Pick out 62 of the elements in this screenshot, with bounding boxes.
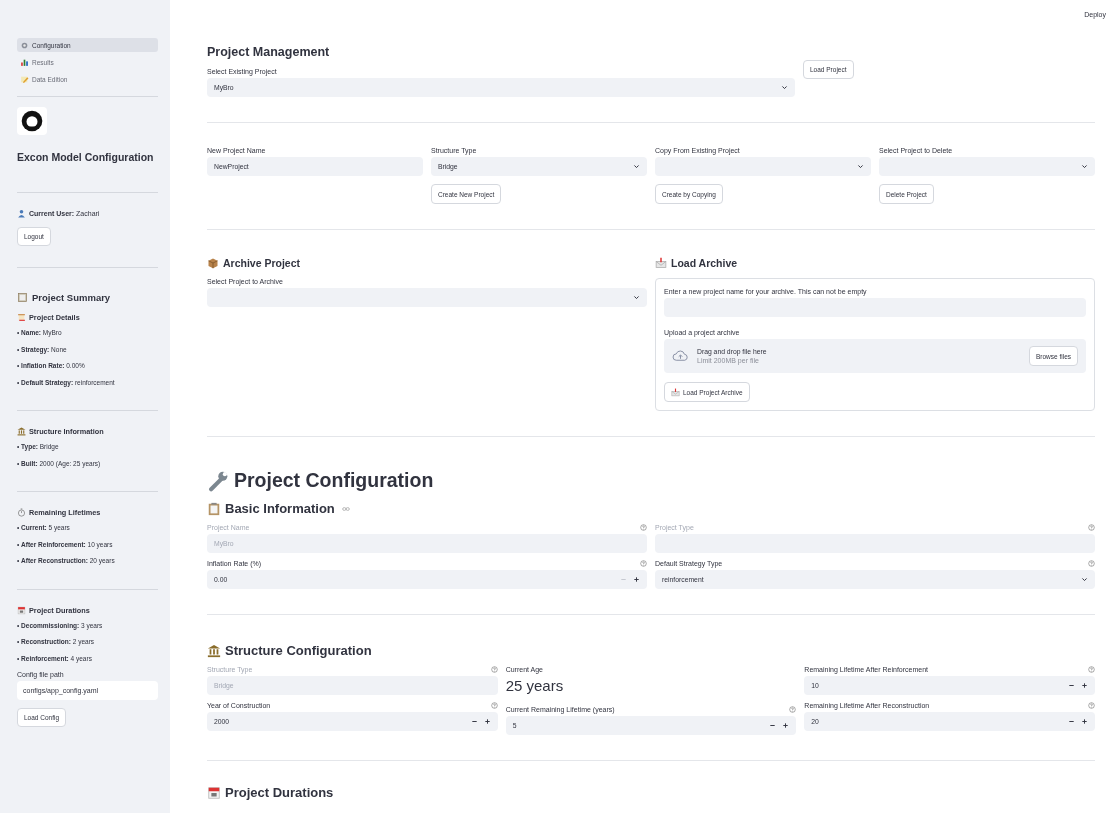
nav-icon bbox=[20, 40, 29, 50]
section-heading: Project Management bbox=[207, 45, 331, 59]
envelope-icon bbox=[655, 257, 667, 269]
section-heading: Project Durations bbox=[225, 785, 334, 800]
increment-button[interactable] bbox=[1081, 682, 1088, 689]
increment-button[interactable] bbox=[633, 576, 640, 583]
help-icon[interactable] bbox=[640, 560, 647, 567]
person-icon bbox=[17, 209, 26, 218]
section-heading: Basic Information bbox=[225, 501, 335, 516]
increment-button[interactable] bbox=[782, 722, 790, 729]
summary-heading: Project Summary bbox=[32, 292, 111, 303]
chevron-icon bbox=[781, 84, 788, 91]
metric-value: 25 years bbox=[505, 676, 565, 695]
decrement-button[interactable] bbox=[1068, 718, 1075, 725]
plus-icon bbox=[483, 718, 491, 725]
increment-button[interactable] bbox=[1081, 718, 1088, 725]
select-field[interactable] bbox=[655, 157, 871, 176]
cloud-upload-icon bbox=[672, 350, 689, 362]
plus-icon bbox=[633, 576, 640, 583]
envelope-icon bbox=[671, 387, 680, 397]
book-icon bbox=[17, 292, 28, 303]
app-title: Excon Model Configuration bbox=[17, 151, 154, 163]
chevron-icon bbox=[1081, 576, 1088, 583]
calendar-icon bbox=[207, 785, 221, 800]
chevron-icon bbox=[633, 163, 640, 170]
minus-icon bbox=[769, 722, 777, 729]
chevron-icon bbox=[633, 294, 640, 301]
group-icon bbox=[17, 313, 26, 322]
plus-icon bbox=[782, 722, 790, 729]
group-icon bbox=[17, 427, 26, 436]
select-field[interactable] bbox=[207, 288, 647, 307]
section-icon bbox=[207, 643, 221, 658]
minus-icon bbox=[620, 576, 627, 583]
section-heading: Structure Configuration bbox=[225, 643, 372, 658]
section-heading: Load Archive bbox=[671, 257, 738, 269]
decrement-button[interactable] bbox=[1068, 682, 1075, 689]
page-heading: Project Configuration bbox=[234, 469, 434, 492]
nav-icon bbox=[20, 57, 29, 67]
plus-icon bbox=[1081, 682, 1088, 689]
link-icon[interactable] bbox=[341, 505, 350, 512]
decrement-button[interactable] bbox=[769, 722, 777, 729]
help-icon[interactable] bbox=[490, 702, 498, 709]
wrench-icon bbox=[207, 469, 229, 492]
group-icon bbox=[17, 605, 26, 615]
minus-icon bbox=[470, 718, 478, 725]
help-icon[interactable] bbox=[1088, 666, 1095, 673]
minus-icon bbox=[1068, 682, 1075, 689]
chevron-icon bbox=[1081, 163, 1088, 170]
minus-icon bbox=[1068, 718, 1075, 725]
section-heading: Archive Project bbox=[223, 257, 301, 269]
package-icon bbox=[207, 257, 219, 269]
chevron-icon bbox=[857, 163, 864, 170]
help-icon[interactable] bbox=[1088, 560, 1095, 567]
select-field[interactable] bbox=[879, 157, 1095, 176]
help-icon[interactable] bbox=[1088, 702, 1095, 709]
help-icon[interactable] bbox=[789, 706, 797, 713]
decrement-button[interactable] bbox=[470, 718, 478, 725]
group-icon bbox=[17, 508, 26, 517]
increment-button[interactable] bbox=[483, 718, 491, 725]
nav-icon bbox=[20, 74, 29, 84]
section-icon bbox=[207, 501, 221, 516]
plus-icon bbox=[1081, 718, 1088, 725]
